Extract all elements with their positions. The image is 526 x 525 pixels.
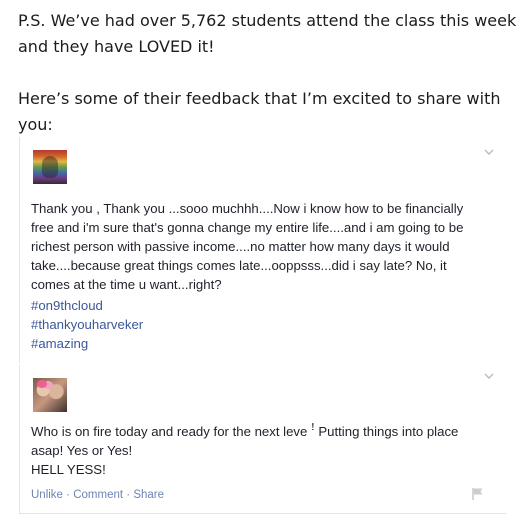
share-link[interactable]: Share (133, 489, 164, 501)
chevron-down-icon[interactable] (484, 371, 494, 381)
comment-link[interactable]: Comment (73, 489, 123, 501)
avatar[interactable] (33, 378, 67, 412)
ps-paragraph: P.S. We’ve had over 5,762 students atten… (18, 11, 517, 56)
post-text: Who is on fire today and ready for the n… (31, 424, 459, 477)
unlike-link[interactable]: Unlike (31, 489, 63, 501)
feedback-post: Thank you , Thank you ...sooo muchhh....… (19, 137, 506, 363)
hashtag-list: #on9thcloud #thankyouharveker #amazing (31, 296, 143, 353)
post-actions: Unlike · Comment · Share (31, 489, 164, 501)
separator: · (66, 489, 71, 501)
hashtag-link[interactable]: #amazing (31, 334, 143, 353)
post-text: Thank you , Thank you ...sooo muchhh....… (31, 201, 464, 292)
hashtag-link[interactable]: #on9thcloud (31, 296, 143, 315)
intro-section: P.S. We’ve had over 5,762 students atten… (18, 8, 518, 138)
flag-icon[interactable] (472, 487, 484, 501)
avatar[interactable] (33, 150, 67, 184)
chevron-down-icon[interactable] (484, 147, 494, 157)
lead-paragraph: Here’s some of their feedback that I’m e… (18, 89, 501, 134)
separator: · (126, 489, 131, 501)
hashtag-link[interactable]: #thankyouharveker (31, 315, 143, 334)
feedback-post: Who is on fire today and ready for the n… (19, 365, 506, 514)
